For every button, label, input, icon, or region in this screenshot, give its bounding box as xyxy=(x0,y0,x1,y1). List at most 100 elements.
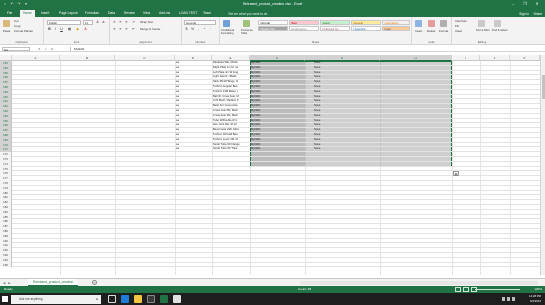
format-as-table-button[interactable]: Format as Table xyxy=(241,29,255,35)
style-bad[interactable]: Bad xyxy=(289,20,319,25)
clear-button[interactable]: Clear xyxy=(455,29,462,33)
bold-icon[interactable]: B xyxy=(47,27,52,31)
app-icon[interactable] xyxy=(173,295,181,303)
delete-cells-icon[interactable] xyxy=(428,20,435,27)
sort-filter-icon[interactable] xyxy=(478,20,485,27)
tab-file[interactable]: File xyxy=(4,10,15,17)
prev-sheet-icon[interactable]: ◀ xyxy=(3,281,5,285)
clock[interactable]: 12:28 PM 9/2/2016 xyxy=(529,294,541,303)
align-right-icon[interactable]: ≡ xyxy=(124,27,129,31)
currency-button[interactable]: $ xyxy=(184,27,189,31)
style-calculation[interactable]: Calculation xyxy=(382,20,410,25)
tell-me-box[interactable]: Tell me what you want to do xyxy=(228,12,267,16)
tab-home[interactable]: Home xyxy=(20,10,35,17)
align-top-icon[interactable]: ≡ xyxy=(112,20,117,24)
style-good[interactable]: Good xyxy=(320,20,350,25)
tab-view[interactable]: View xyxy=(140,10,153,17)
style-explanatory[interactable]: Explanatory ... xyxy=(289,26,319,31)
tab-formulas[interactable]: Formulas xyxy=(82,10,102,17)
windows-start-icon[interactable] xyxy=(2,296,8,302)
restore-button[interactable]: ❐ xyxy=(519,0,531,8)
sign-in-link[interactable]: Sign in xyxy=(519,12,529,16)
orientation-icon[interactable]: ↗ xyxy=(131,20,136,24)
normal-view-icon[interactable] xyxy=(455,287,461,292)
number-format-select[interactable]: General xyxy=(184,20,216,25)
paste-icon[interactable] xyxy=(3,20,10,27)
format-cells-icon[interactable] xyxy=(440,20,447,27)
wrap-text-button[interactable]: Wrap Text xyxy=(140,20,153,24)
find-select-icon[interactable] xyxy=(494,20,501,27)
sheet-tab[interactable]: Released_product_creation xyxy=(28,279,79,286)
table-row[interactable]: 195 xyxy=(0,262,545,268)
merge-center-button[interactable]: Merge & Center xyxy=(140,27,160,31)
excel-icon[interactable] xyxy=(160,295,168,303)
style-neutral[interactable]: Neutral xyxy=(351,20,381,25)
insert-cells-icon[interactable] xyxy=(415,20,422,27)
comma-button[interactable]: , xyxy=(196,27,201,31)
font-name-select[interactable]: Calibri xyxy=(47,20,81,25)
style-hyperlink[interactable]: Hyperlink xyxy=(351,26,381,31)
percent-button[interactable]: % xyxy=(190,27,195,31)
zoom-slider[interactable] xyxy=(475,289,520,290)
shrink-font-icon[interactable]: a xyxy=(101,20,106,24)
cut-button[interactable]: Cut xyxy=(14,19,19,23)
tab-data[interactable]: Data xyxy=(105,10,118,17)
add-sheet-icon[interactable]: + xyxy=(92,280,97,285)
fill-button[interactable]: Fill xyxy=(455,24,459,28)
tab-load-test[interactable]: LOAD TEST xyxy=(176,10,200,17)
borders-icon[interactable]: ▦ xyxy=(67,27,72,31)
enter-formula-icon[interactable]: ✓ xyxy=(45,47,48,51)
tab-team[interactable]: Team xyxy=(200,10,214,17)
minimize-button[interactable]: – xyxy=(507,0,519,8)
edge-icon[interactable] xyxy=(121,295,129,303)
italic-icon[interactable]: I xyxy=(53,27,58,31)
network-icon[interactable] xyxy=(502,296,505,301)
page-layout-view-icon[interactable] xyxy=(463,287,469,292)
tab-review[interactable]: Review xyxy=(121,10,138,17)
format-as-table-icon[interactable] xyxy=(243,20,250,27)
autosum-button[interactable]: AutoSum xyxy=(455,19,467,23)
worksheet-grid[interactable]: A B C D E F G H I J K 153 ea Parabola Wik,… xyxy=(0,55,545,275)
grow-font-icon[interactable]: A xyxy=(95,20,100,24)
font-size-select[interactable]: 11 xyxy=(83,20,93,25)
increase-decimal-icon[interactable]: ⁺ xyxy=(202,27,207,31)
keyboard-icon[interactable] xyxy=(512,296,515,301)
style-followed-hyperlink[interactable]: Followed Hy... xyxy=(320,26,350,31)
close-button[interactable]: ✕ xyxy=(531,0,543,8)
decrease-indent-icon[interactable]: ⇤ xyxy=(131,27,136,31)
cancel-formula-icon[interactable]: ✕ xyxy=(38,47,41,51)
tab-page-layout[interactable]: Page Layout xyxy=(56,10,81,17)
row-number[interactable]: 195 xyxy=(0,262,12,268)
volume-icon[interactable] xyxy=(507,296,510,301)
decrease-decimal-icon[interactable]: ⁻ xyxy=(208,27,213,31)
microphone-icon[interactable]: ● xyxy=(96,295,98,304)
style-input[interactable]: Input xyxy=(382,26,410,31)
paste-label[interactable]: Paste xyxy=(3,29,10,33)
horizontal-scrollbar[interactable] xyxy=(300,281,538,285)
store-icon[interactable] xyxy=(147,295,155,303)
style-normal[interactable]: Normal xyxy=(258,20,288,25)
zoom-level[interactable]: 100% xyxy=(534,286,542,293)
align-center-icon[interactable]: ≡ xyxy=(118,27,123,31)
share-button[interactable]: Share xyxy=(533,12,542,16)
find-select-button[interactable]: Find & Select xyxy=(492,29,507,32)
align-bottom-icon[interactable]: ≡ xyxy=(124,20,129,24)
conditional-formatting-button[interactable]: Conditional Formatting xyxy=(221,29,239,35)
fill-color-icon[interactable]: ◆ xyxy=(75,27,80,31)
next-sheet-icon[interactable]: ▶ xyxy=(8,281,10,285)
vertical-scrollbar[interactable] xyxy=(540,55,545,275)
style-check-cell[interactable]: Check Cell xyxy=(258,26,288,31)
formula-input[interactable]: MyNAN xyxy=(70,47,540,51)
underline-icon[interactable]: U xyxy=(59,27,64,31)
format-cells-button[interactable]: Format xyxy=(439,29,448,33)
tab-add-ins[interactable]: Add-ins xyxy=(156,10,173,17)
align-middle-icon[interactable]: ≡ xyxy=(118,20,123,24)
copy-button[interactable]: Copy xyxy=(14,24,21,28)
insert-cells-button[interactable]: Insert xyxy=(415,29,422,33)
tab-insert[interactable]: Insert xyxy=(38,10,52,17)
insert-function-icon[interactable]: fx xyxy=(51,47,53,51)
task-view-icon[interactable] xyxy=(108,295,116,303)
align-left-icon[interactable]: ≡ xyxy=(112,27,117,31)
paste-options-icon[interactable]: ▤ xyxy=(453,171,459,176)
font-color-icon[interactable]: A xyxy=(83,27,88,31)
